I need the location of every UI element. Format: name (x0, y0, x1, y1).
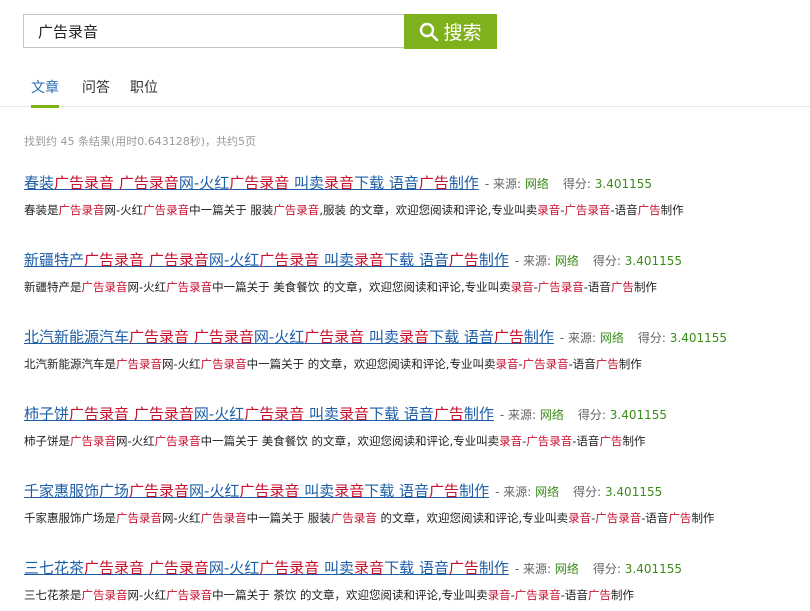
result-score: 3.401155 (594, 177, 653, 191)
result-item: 千家惠服饰广场广告录音网-火红广告录音 叫卖录音下载 语音广告制作 - 来源: 网… (24, 480, 714, 530)
result-source: 网络 (539, 408, 564, 422)
result-item: 春装广告录音 广告录音网-火红广告录音 叫卖录音下载 语音广告制作 - 来源: 网… (24, 172, 684, 222)
result-title-link[interactable]: 千家惠服饰广场广告录音网-火红广告录音 叫卖录音下载 语音广告制作 (24, 482, 489, 500)
result-snippet: 北汽新能源汽车是广告录音网-火红广告录音中一篇关于 的文章，欢迎您阅读和评论,专… (24, 357, 642, 371)
result-title-link[interactable]: 春装广告录音 广告录音网-火红广告录音 叫卖录音下载 语音广告制作 (24, 174, 479, 192)
result-title-line: 三七花茶广告录音 广告录音网-火红广告录音 叫卖录音下载 语音广告制作 - 来源:… (24, 557, 682, 578)
result-score: 3.401155 (624, 254, 683, 268)
result-item: 柿子饼广告录音 广告录音网-火红广告录音 叫卖录音下载 语音广告制作 - 来源: … (24, 403, 667, 453)
result-tabs: 文章 问答 职位 (0, 70, 810, 108)
result-title-line: 柿子饼广告录音 广告录音网-火红广告录音 叫卖录音下载 语音广告制作 - 来源: … (24, 403, 667, 424)
result-snippet: 千家惠服饰广场是广告录音网-火红广告录音中一篇关于 服装广告录音 的文章，欢迎您… (24, 511, 715, 525)
result-item: 北汽新能源汽车广告录音 广告录音网-火红广告录音 叫卖录音下载 语音广告制作 - … (24, 326, 727, 376)
search-button[interactable]: 搜索 (404, 14, 497, 49)
result-title-link[interactable]: 三七花茶广告录音 广告录音网-火红广告录音 叫卖录音下载 语音广告制作 (24, 559, 509, 577)
result-meta: - 来源: 网络 得分: 3.401155 (514, 254, 683, 268)
result-meta: - 来源: 网络 得分: 3.401155 (484, 177, 653, 191)
result-score: 3.401155 (609, 408, 668, 422)
result-title-line: 新疆特产广告录音 广告录音网-火红广告录音 叫卖录音下载 语音广告制作 - 来源:… (24, 249, 682, 270)
result-title-link[interactable]: 柿子饼广告录音 广告录音网-火红广告录音 叫卖录音下载 语音广告制作 (24, 405, 494, 423)
tab-articles[interactable]: 文章 (31, 78, 59, 108)
tab-qa[interactable]: 问答 (82, 78, 110, 105)
result-item: 新疆特产广告录音 广告录音网-火红广告录音 叫卖录音下载 语音广告制作 - 来源:… (24, 249, 682, 299)
search-input[interactable] (23, 14, 404, 48)
result-snippet: 新疆特产是广告录音网-火红广告录音中一篇关于 美食餐饮 的文章，欢迎您阅读和评论… (24, 280, 657, 294)
result-source: 网络 (599, 331, 624, 345)
search-icon (420, 22, 439, 41)
result-snippet: 三七花茶是广告录音网-火红广告录音中一篇关于 茶饮 的文章，欢迎您阅读和评论,专… (24, 588, 634, 602)
result-title-link[interactable]: 北汽新能源汽车广告录音 广告录音网-火红广告录音 叫卖录音下载 语音广告制作 (24, 328, 554, 346)
result-title-line: 春装广告录音 广告录音网-火红广告录音 叫卖录音下载 语音广告制作 - 来源: 网… (24, 172, 684, 193)
result-source: 网络 (554, 562, 579, 576)
result-source: 网络 (535, 485, 560, 499)
result-meta: - 来源: 网络 得分: 3.401155 (495, 485, 663, 499)
result-meta: - 来源: 网络 得分: 3.401155 (514, 562, 683, 576)
result-meta: - 来源: 网络 得分: 3.401155 (559, 331, 728, 345)
tab-jobs[interactable]: 职位 (130, 78, 158, 105)
result-title-line: 千家惠服饰广场广告录音网-火红广告录音 叫卖录音下载 语音广告制作 - 来源: 网… (24, 480, 714, 501)
result-stats: 找到约 45 条结果(用时0.643128秒)，共约5页 (24, 135, 257, 148)
result-source: 网络 (524, 177, 549, 191)
result-score: 3.401155 (624, 562, 683, 576)
result-snippet: 柿子饼是广告录音网-火红广告录音中一篇关于 美食餐饮 的文章，欢迎您阅读和评论,… (24, 434, 646, 448)
result-score: 3.401155 (669, 331, 728, 345)
result-title-link[interactable]: 新疆特产广告录音 广告录音网-火红广告录音 叫卖录音下载 语音广告制作 (24, 251, 509, 269)
result-item: 三七花茶广告录音 广告录音网-火红广告录音 叫卖录音下载 语音广告制作 - 来源:… (24, 557, 682, 607)
result-source: 网络 (554, 254, 579, 268)
result-title-line: 北汽新能源汽车广告录音 广告录音网-火红广告录音 叫卖录音下载 语音广告制作 - … (24, 326, 727, 347)
result-snippet: 春装是广告录音网-火红广告录音中一篇关于 服装广告录音,服装 的文章，欢迎您阅读… (24, 203, 684, 217)
result-meta: - 来源: 网络 得分: 3.401155 (499, 408, 668, 422)
search-button-label: 搜索 (443, 22, 482, 44)
result-score: 3.401155 (604, 485, 663, 499)
